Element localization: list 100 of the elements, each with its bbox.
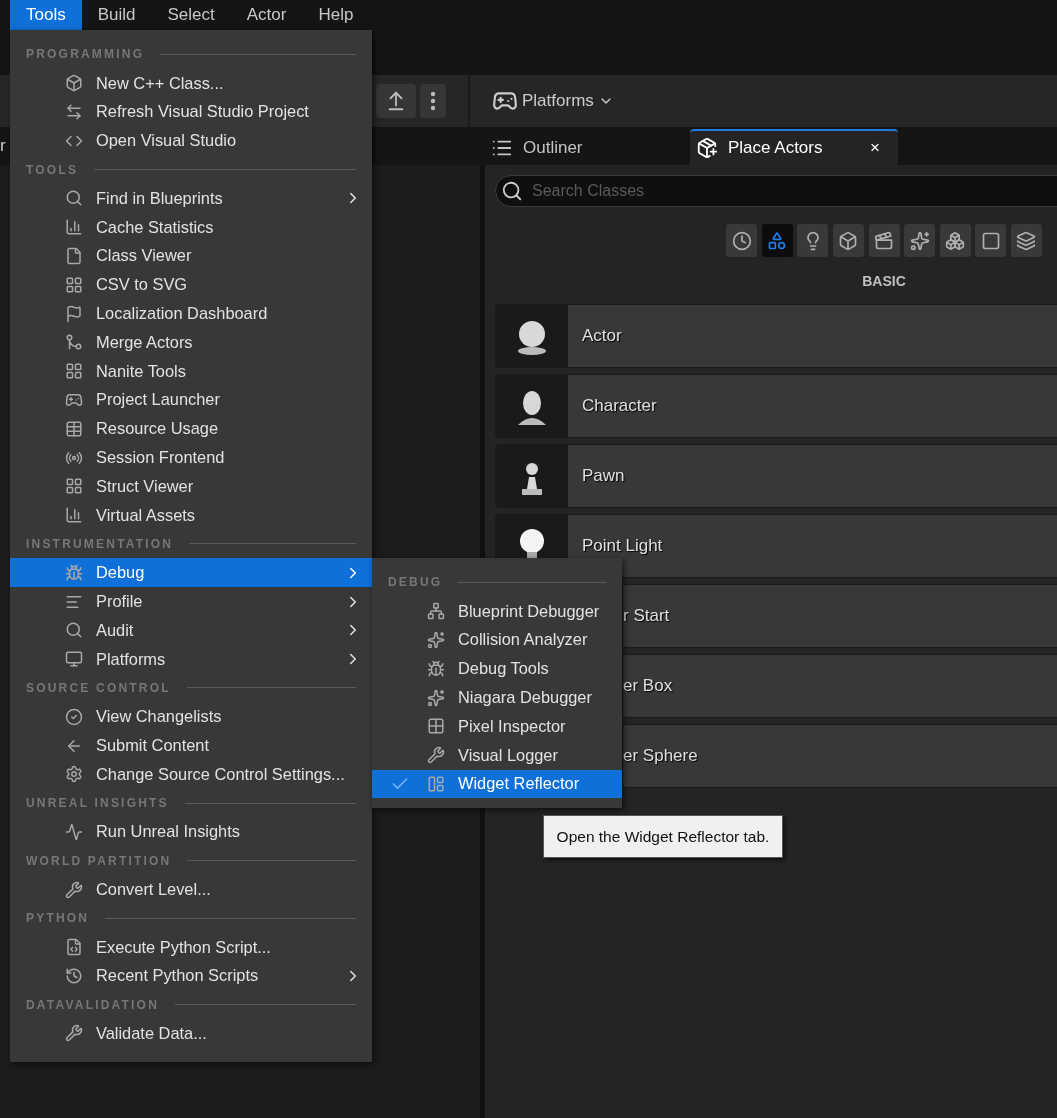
person-icon — [518, 391, 546, 425]
clock-icon — [731, 230, 752, 251]
actor-name: r Start — [623, 606, 670, 626]
actor-name: er Box — [623, 676, 673, 696]
arrows-icon — [65, 103, 83, 121]
category-button[interactable] — [904, 224, 936, 257]
menu-item[interactable]: Visual Logger — [372, 740, 622, 770]
section-header: SOURCE CONTROL — [26, 680, 171, 695]
wrench-icon — [427, 746, 445, 765]
check-circle-icon — [65, 707, 83, 726]
menu-item[interactable]: Debug — [10, 558, 372, 588]
actor-name: er Sphere — [623, 746, 698, 766]
menu-item[interactable]: Submit Content — [10, 731, 372, 760]
actor-name: Point Light — [582, 536, 663, 556]
actor-row[interactable]: Actor — [495, 304, 1057, 368]
pulse-icon — [65, 822, 83, 841]
script-icon — [65, 938, 83, 957]
sphere-icon — [518, 321, 546, 355]
menu-item[interactable]: Validate Data... — [10, 1019, 372, 1048]
table-icon — [65, 419, 83, 438]
menu-item[interactable]: Collision Analyzer — [372, 625, 622, 655]
menu-item[interactable]: Virtual Assets — [10, 500, 372, 530]
menu-item[interactable]: Widget Reflector — [372, 769, 622, 799]
menu-item[interactable]: CSV to SVG — [10, 270, 372, 300]
menu-item[interactable]: Profile — [10, 587, 372, 616]
menu-item[interactable]: Class Viewer — [10, 241, 372, 271]
actor-name: Character — [582, 396, 657, 416]
burst-icon — [427, 631, 445, 649]
monitor-icon — [65, 650, 83, 669]
close-button[interactable]: × — [870, 138, 880, 158]
actor-name: Pawn — [582, 466, 625, 486]
menu-bar-item[interactable]: Tools — [10, 0, 82, 30]
menu-item[interactable]: Execute Python Script... — [10, 932, 372, 962]
menu-bar-item[interactable]: Build — [81, 0, 152, 30]
actor-row[interactable]: Pawn — [495, 444, 1057, 508]
menu-item[interactable]: Change Source Control Settings... — [10, 759, 372, 789]
shapes-icon — [767, 230, 788, 251]
menu-item[interactable]: Debug Tools — [372, 654, 622, 684]
bar-chart-icon — [65, 506, 83, 525]
category-button[interactable] — [761, 224, 793, 257]
category-button[interactable] — [797, 224, 829, 257]
menu-item[interactable]: Niagara Debugger — [372, 683, 622, 712]
layers-icon — [1016, 230, 1037, 251]
menu-item[interactable]: Audit — [10, 615, 372, 645]
bar-chart-icon — [65, 218, 83, 237]
actor-name: Actor — [582, 326, 622, 346]
actor-row[interactable]: Point Light — [495, 514, 1057, 578]
menu-item[interactable]: Resource Usage — [10, 414, 372, 444]
section-header: TOOLS — [26, 162, 79, 177]
menu-item[interactable]: Refresh Visual Studio Project — [10, 97, 372, 127]
menu-item[interactable]: New C++ Class... — [10, 68, 372, 98]
menu-item[interactable]: Cache Statistics — [10, 212, 372, 242]
menu-item[interactable]: Project Launcher — [10, 385, 372, 415]
menu-item[interactable]: Platforms — [10, 644, 372, 674]
menu-item[interactable]: Struct Viewer — [10, 471, 372, 501]
menu-item[interactable]: Blueprint Debugger — [372, 596, 622, 626]
section-header: PYTHON — [26, 911, 90, 926]
box-icon — [65, 74, 83, 93]
category-button[interactable] — [832, 224, 864, 257]
menu-item[interactable]: Run Unreal Insights — [10, 817, 372, 847]
actor-row[interactable]: er Sphere — [622, 724, 1057, 788]
category-button[interactable] — [939, 224, 971, 257]
menu-item[interactable]: View Changelists — [10, 702, 372, 732]
panel-tab[interactable]: Place Actors × — [690, 129, 898, 165]
sparkles-icon — [427, 688, 445, 707]
menu-item[interactable]: Merge Actors — [10, 327, 372, 357]
search-field[interactable]: Search Classes — [495, 175, 1057, 207]
actor-row[interactable]: Character — [495, 374, 1057, 438]
section-header: UNREAL INSIGHTS — [26, 796, 169, 811]
eject-button[interactable] — [376, 84, 416, 118]
menu-item[interactable]: Open Visual Studio — [10, 126, 372, 156]
search-icon — [65, 189, 83, 208]
search-icon — [501, 180, 523, 202]
boxes-icon — [945, 230, 966, 251]
menu-item[interactable]: Session Frontend — [10, 443, 372, 472]
menu-bar-item[interactable]: Actor — [230, 0, 303, 30]
menu-item[interactable]: Find in Blueprints — [10, 184, 372, 213]
category-button[interactable] — [1010, 224, 1042, 257]
category-title: BASIC — [862, 273, 906, 289]
menu-item[interactable]: Pixel Inspector — [372, 712, 622, 741]
actor-row[interactable]: er Box — [622, 654, 1057, 718]
pawn-icon — [522, 463, 542, 495]
menu-bar-item[interactable]: Help — [302, 0, 370, 30]
history-icon — [65, 966, 83, 985]
menu-bar-item[interactable]: Select — [151, 0, 231, 30]
panel-tab[interactable]: Outliner — [485, 129, 690, 165]
section-header: DEBUG — [388, 575, 443, 590]
cube-plus-icon — [696, 137, 718, 159]
menu-item[interactable]: Localization Dashboard — [10, 299, 372, 328]
file-icon — [65, 246, 83, 265]
more-button[interactable] — [420, 84, 446, 118]
category-button[interactable] — [726, 224, 758, 257]
menu-item[interactable]: Nanite Tools — [10, 356, 372, 386]
bug-icon — [427, 659, 445, 678]
actor-row[interactable]: r Start — [622, 584, 1057, 648]
menu-item[interactable]: Convert Level... — [10, 875, 372, 904]
platforms-button[interactable]: Platforms — [492, 88, 614, 114]
category-button[interactable] — [868, 224, 900, 257]
menu-item[interactable]: Recent Python Scripts — [10, 961, 372, 991]
category-button[interactable] — [975, 224, 1007, 257]
